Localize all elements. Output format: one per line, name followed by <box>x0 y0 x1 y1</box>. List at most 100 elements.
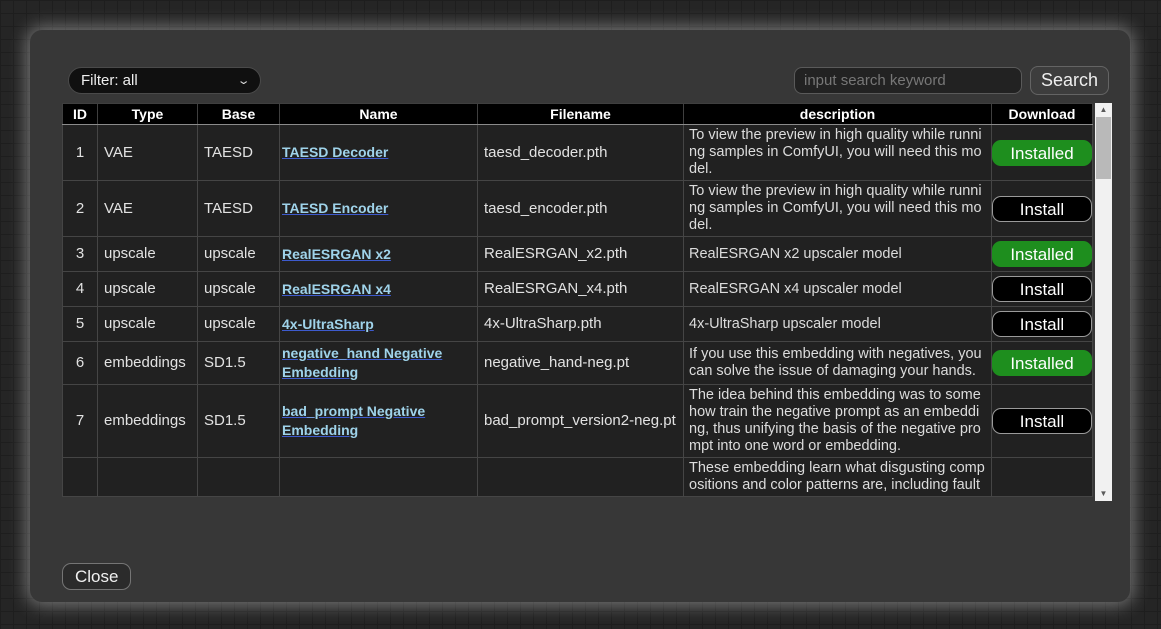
cell-filename: bad_prompt_version2-neg.pt <box>478 385 684 458</box>
cell-name: RealESRGAN x2 <box>280 237 478 272</box>
model-table: IDTypeBaseNameFilenamedescriptionDownloa… <box>62 103 1093 497</box>
model-name-link[interactable]: negative_hand Negative Embedding <box>282 345 442 380</box>
column-header-base: Base <box>198 104 280 125</box>
canvas-background: Filter: all ⌄ Search IDTypeBaseNameFilen… <box>0 0 1161 629</box>
column-header-download: Download <box>992 104 1093 125</box>
cell-type: embeddings <box>98 342 198 385</box>
cell-id: 5 <box>63 307 98 342</box>
cell-description: The idea behind this embedding was to so… <box>684 385 992 458</box>
cell-download: Installed <box>992 237 1093 272</box>
table-row: 6embeddingsSD1.5 negative_hand Negative … <box>63 342 1093 385</box>
cell-download: Install <box>992 272 1093 307</box>
cell-filename: negative_hand-neg.pt <box>478 342 684 385</box>
cell-type: embeddings <box>98 385 198 458</box>
cell-base: upscale <box>198 272 280 307</box>
cell-name: TAESD Encoder <box>280 181 478 237</box>
table-row: 5upscaleupscale 4x-UltraSharp4x-UltraSha… <box>63 307 1093 342</box>
cell-description: To view the preview in high quality whil… <box>684 125 992 181</box>
model-name-link[interactable]: TAESD Decoder <box>282 144 388 160</box>
filter-select[interactable]: Filter: all ⌄ <box>68 67 261 94</box>
cell-base: upscale <box>198 237 280 272</box>
cell-base <box>198 458 280 497</box>
cell-id: 2 <box>63 181 98 237</box>
cell-name: 4x-UltraSharp <box>280 307 478 342</box>
column-header-type: Type <box>98 104 198 125</box>
cell-filename: RealESRGAN_x4.pth <box>478 272 684 307</box>
cell-base: TAESD <box>198 125 280 181</box>
install-button[interactable]: Install <box>992 408 1092 434</box>
filter-select-value: Filter: all <box>81 72 138 89</box>
table-row: 3upscaleupscale RealESRGAN x2RealESRGAN_… <box>63 237 1093 272</box>
cell-filename: taesd_decoder.pth <box>478 125 684 181</box>
cell-download: Installed <box>992 342 1093 385</box>
table-row: 2VAETAESD TAESD Encoder taesd_encoder.pth… <box>63 181 1093 237</box>
cell-filename <box>478 458 684 497</box>
install-button[interactable]: Install <box>992 196 1092 222</box>
cell-download: Installed <box>992 125 1093 181</box>
cell-id: 4 <box>63 272 98 307</box>
install-button[interactable]: Install <box>992 311 1092 337</box>
cell-base: SD1.5 <box>198 342 280 385</box>
column-header-description: description <box>684 104 992 125</box>
model-table-viewport: IDTypeBaseNameFilenamedescriptionDownloa… <box>62 103 1094 501</box>
cell-name <box>280 458 478 497</box>
cell-id: 3 <box>63 237 98 272</box>
cell-download <box>992 458 1093 497</box>
cell-description: These embedding learn what disgusting co… <box>684 458 992 497</box>
close-button[interactable]: Close <box>62 563 131 590</box>
model-table-body: 1VAETAESD TAESD Decoder taesd_decoder.pth… <box>63 125 1093 497</box>
cell-type <box>98 458 198 497</box>
cell-type: upscale <box>98 307 198 342</box>
search-input[interactable] <box>794 67 1022 94</box>
cell-type: upscale <box>98 272 198 307</box>
table-header-row: IDTypeBaseNameFilenamedescriptionDownloa… <box>63 104 1093 125</box>
cell-description: RealESRGAN x4 upscaler model <box>684 272 992 307</box>
install-button[interactable]: Install <box>992 276 1092 302</box>
model-table-zone: IDTypeBaseNameFilenamedescriptionDownloa… <box>62 103 1112 501</box>
cell-download: Install <box>992 385 1093 458</box>
cell-base: TAESD <box>198 181 280 237</box>
cell-type: VAE <box>98 181 198 237</box>
cell-name: RealESRGAN x4 <box>280 272 478 307</box>
installed-button[interactable]: Installed <box>992 140 1092 166</box>
scrollbar-down-arrow[interactable]: ▼ <box>1095 487 1112 501</box>
cell-id: 6 <box>63 342 98 385</box>
cell-filename: 4x-UltraSharp.pth <box>478 307 684 342</box>
column-header-filename: Filename <box>478 104 684 125</box>
cell-type: upscale <box>98 237 198 272</box>
chevron-down-icon: ⌄ <box>236 74 250 87</box>
column-header-id: ID <box>63 104 98 125</box>
scrollbar-up-arrow[interactable]: ▲ <box>1095 103 1112 117</box>
cell-description: 4x-UltraSharp upscaler model <box>684 307 992 342</box>
table-row: 4upscaleupscale RealESRGAN x4RealESRGAN_… <box>63 272 1093 307</box>
model-name-link[interactable]: 4x-UltraSharp <box>282 316 374 332</box>
model-name-link[interactable]: RealESRGAN x2 <box>282 246 391 262</box>
cell-id: 7 <box>63 385 98 458</box>
installed-button[interactable]: Installed <box>992 350 1092 376</box>
cell-description: To view the preview in high quality whil… <box>684 181 992 237</box>
search-button[interactable]: Search <box>1030 66 1109 95</box>
column-header-name: Name <box>280 104 478 125</box>
cell-name: TAESD Decoder <box>280 125 478 181</box>
cell-download: Install <box>992 181 1093 237</box>
cell-id: 1 <box>63 125 98 181</box>
table-scrollbar[interactable]: ▲ ▼ <box>1095 103 1112 501</box>
installed-button[interactable]: Installed <box>992 241 1092 267</box>
cell-download: Install <box>992 307 1093 342</box>
cell-name: bad_prompt Negative Embedding <box>280 385 478 458</box>
model-name-link[interactable]: RealESRGAN x4 <box>282 281 391 297</box>
cell-type: VAE <box>98 125 198 181</box>
cell-filename: RealESRGAN_x2.pth <box>478 237 684 272</box>
cell-id <box>63 458 98 497</box>
model-name-link[interactable]: TAESD Encoder <box>282 200 388 216</box>
cell-filename: taesd_encoder.pth <box>478 181 684 237</box>
table-row: 7embeddingsSD1.5 bad_prompt Negative Emb… <box>63 385 1093 458</box>
table-row: These embedding learn what disgusting co… <box>63 458 1093 497</box>
cell-description: RealESRGAN x2 upscaler model <box>684 237 992 272</box>
scrollbar-thumb[interactable] <box>1096 117 1111 179</box>
cell-base: upscale <box>198 307 280 342</box>
cell-name: negative_hand Negative Embedding <box>280 342 478 385</box>
install-models-dialog: Filter: all ⌄ Search IDTypeBaseNameFilen… <box>30 30 1130 602</box>
cell-description: If you use this embedding with negatives… <box>684 342 992 385</box>
model-name-link[interactable]: bad_prompt Negative Embedding <box>282 403 425 438</box>
